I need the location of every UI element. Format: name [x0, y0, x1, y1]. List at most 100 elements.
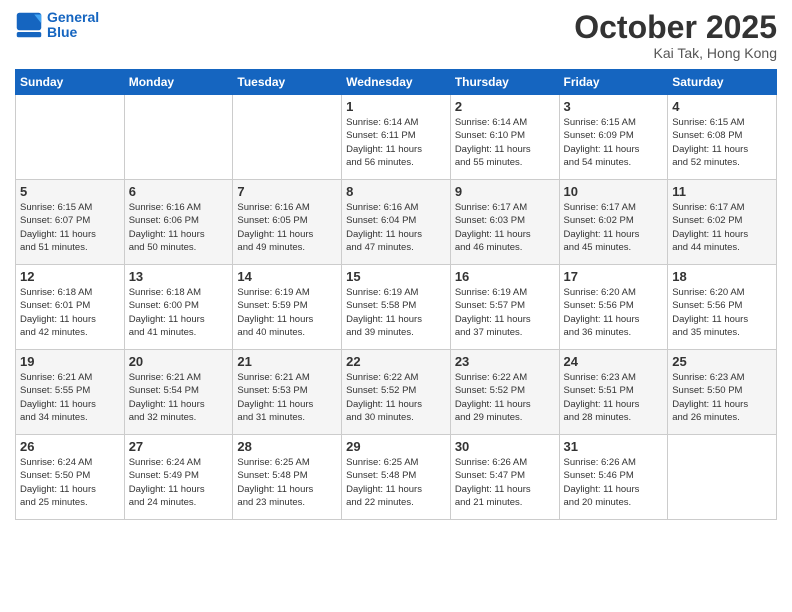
- day-cell: 17 Sunrise: 6:20 AMSunset: 5:56 PMDayligh…: [559, 265, 668, 350]
- day-number: 20: [129, 354, 229, 369]
- day-info: Sunrise: 6:19 AMSunset: 5:58 PMDaylight:…: [346, 286, 446, 339]
- day-cell: 8Sunrise: 6:16 AMSunset: 6:04 PMDaylight…: [342, 180, 451, 265]
- title-block: October 2025 Kai Tak, Hong Kong: [574, 10, 777, 61]
- day-info: Sunrise: 6:19 AMSunset: 5:59 PMDaylight:…: [237, 286, 337, 339]
- calendar-page: General Blue October 2025 Kai Tak, Hong …: [0, 0, 792, 612]
- day-number: 30: [455, 439, 555, 454]
- day-number: 19: [20, 354, 120, 369]
- day-info: Sunrise: 6:15 AMSunset: 6:09 PMDaylight:…: [564, 116, 664, 169]
- weekday-header-saturday: Saturday: [668, 70, 777, 95]
- day-cell: 1Sunrise: 6:14 AMSunset: 6:11 PMDaylight…: [342, 95, 451, 180]
- day-info: Sunrise: 6:21 AMSunset: 5:53 PMDaylight:…: [237, 371, 337, 424]
- day-number: 26: [20, 439, 120, 454]
- day-cell: 21 Sunrise: 6:21 AMSunset: 5:53 PMDayligh…: [233, 350, 342, 435]
- day-cell: 3 Sunrise: 6:15 AMSunset: 6:09 PMDaylight…: [559, 95, 668, 180]
- day-info: Sunrise: 6:16 AMSunset: 6:05 PMDaylight:…: [237, 201, 337, 254]
- day-info: Sunrise: 6:14 AMSunset: 6:10 PMDaylight:…: [455, 116, 555, 169]
- day-number: 28: [237, 439, 337, 454]
- day-info: Sunrise: 6:24 AMSunset: 5:50 PMDaylight:…: [20, 456, 120, 509]
- day-number: 25: [672, 354, 772, 369]
- day-cell: 10 Sunrise: 6:17 AMSunset: 6:02 PMDayligh…: [559, 180, 668, 265]
- day-cell: 28 Sunrise: 6:25 AMSunset: 5:48 PMDayligh…: [233, 435, 342, 520]
- day-cell: 12 Sunrise: 6:18 AMSunset: 6:01 PMDayligh…: [16, 265, 125, 350]
- day-info: Sunrise: 6:23 AMSunset: 5:50 PMDaylight:…: [672, 371, 772, 424]
- day-cell: 20 Sunrise: 6:21 AMSunset: 5:54 PMDayligh…: [124, 350, 233, 435]
- week-row-5: 26 Sunrise: 6:24 AMSunset: 5:50 PMDayligh…: [16, 435, 777, 520]
- day-info: Sunrise: 6:15 AMSunset: 6:07 PMDaylight:…: [20, 201, 120, 254]
- day-cell: [16, 95, 125, 180]
- day-info: Sunrise: 6:20 AMSunset: 5:56 PMDaylight:…: [672, 286, 772, 339]
- day-number: 12: [20, 269, 120, 284]
- day-cell: 29 Sunrise: 6:25 AMSunset: 5:48 PMDayligh…: [342, 435, 451, 520]
- day-number: 4: [672, 99, 772, 114]
- day-info: Sunrise: 6:17 AMSunset: 6:02 PMDaylight:…: [564, 201, 664, 254]
- logo-general: General: [47, 9, 99, 25]
- weekday-header-monday: Monday: [124, 70, 233, 95]
- day-cell: 26 Sunrise: 6:24 AMSunset: 5:50 PMDayligh…: [16, 435, 125, 520]
- day-cell: 15Sunrise: 6:19 AMSunset: 5:58 PMDayligh…: [342, 265, 451, 350]
- day-cell: 24 Sunrise: 6:23 AMSunset: 5:51 PMDayligh…: [559, 350, 668, 435]
- day-cell: 9 Sunrise: 6:17 AMSunset: 6:03 PMDaylight…: [450, 180, 559, 265]
- day-cell: 6 Sunrise: 6:16 AMSunset: 6:06 PMDaylight…: [124, 180, 233, 265]
- day-info: Sunrise: 6:26 AMSunset: 5:47 PMDaylight:…: [455, 456, 555, 509]
- day-number: 16: [455, 269, 555, 284]
- day-info: Sunrise: 6:22 AMSunset: 5:52 PMDaylight:…: [455, 371, 555, 424]
- day-cell: [233, 95, 342, 180]
- day-info: Sunrise: 6:20 AMSunset: 5:56 PMDaylight:…: [564, 286, 664, 339]
- day-number: 3: [564, 99, 664, 114]
- day-info: Sunrise: 6:16 AMSunset: 6:06 PMDaylight:…: [129, 201, 229, 254]
- logo-blue: Blue: [47, 24, 77, 40]
- day-number: 6: [129, 184, 229, 199]
- day-number: 29: [346, 439, 446, 454]
- weekday-header-sunday: Sunday: [16, 70, 125, 95]
- day-info: Sunrise: 6:24 AMSunset: 5:49 PMDaylight:…: [129, 456, 229, 509]
- day-number: 23: [455, 354, 555, 369]
- day-info: Sunrise: 6:21 AMSunset: 5:54 PMDaylight:…: [129, 371, 229, 424]
- week-row-3: 12 Sunrise: 6:18 AMSunset: 6:01 PMDayligh…: [16, 265, 777, 350]
- day-info: Sunrise: 6:17 AMSunset: 6:02 PMDaylight:…: [672, 201, 772, 254]
- day-number: 10: [564, 184, 664, 199]
- day-number: 9: [455, 184, 555, 199]
- day-cell: 13Sunrise: 6:18 AMSunset: 6:00 PMDayligh…: [124, 265, 233, 350]
- day-info: Sunrise: 6:25 AMSunset: 5:48 PMDaylight:…: [237, 456, 337, 509]
- page-header: General Blue October 2025 Kai Tak, Hong …: [15, 10, 777, 61]
- day-info: Sunrise: 6:17 AMSunset: 6:03 PMDaylight:…: [455, 201, 555, 254]
- location: Kai Tak, Hong Kong: [574, 45, 777, 61]
- logo: General Blue: [15, 10, 99, 41]
- day-cell: 27Sunrise: 6:24 AMSunset: 5:49 PMDayligh…: [124, 435, 233, 520]
- day-cell: 18 Sunrise: 6:20 AMSunset: 5:56 PMDayligh…: [668, 265, 777, 350]
- day-number: 5: [20, 184, 120, 199]
- day-cell: 23 Sunrise: 6:22 AMSunset: 5:52 PMDayligh…: [450, 350, 559, 435]
- day-info: Sunrise: 6:16 AMSunset: 6:04 PMDaylight:…: [346, 201, 446, 254]
- day-cell: 16Sunrise: 6:19 AMSunset: 5:57 PMDayligh…: [450, 265, 559, 350]
- day-number: 18: [672, 269, 772, 284]
- calendar-table: SundayMondayTuesdayWednesdayThursdayFrid…: [15, 69, 777, 520]
- day-cell: [124, 95, 233, 180]
- weekday-header-tuesday: Tuesday: [233, 70, 342, 95]
- day-cell: 19 Sunrise: 6:21 AMSunset: 5:55 PMDayligh…: [16, 350, 125, 435]
- day-info: Sunrise: 6:18 AMSunset: 6:01 PMDaylight:…: [20, 286, 120, 339]
- day-info: Sunrise: 6:21 AMSunset: 5:55 PMDaylight:…: [20, 371, 120, 424]
- day-cell: 7 Sunrise: 6:16 AMSunset: 6:05 PMDaylight…: [233, 180, 342, 265]
- day-cell: [668, 435, 777, 520]
- day-info: Sunrise: 6:26 AMSunset: 5:46 PMDaylight:…: [564, 456, 664, 509]
- day-number: 7: [237, 184, 337, 199]
- day-number: 24: [564, 354, 664, 369]
- logo-icon: [15, 11, 43, 39]
- day-info: Sunrise: 6:23 AMSunset: 5:51 PMDaylight:…: [564, 371, 664, 424]
- day-cell: 14Sunrise: 6:19 AMSunset: 5:59 PMDayligh…: [233, 265, 342, 350]
- weekday-header-friday: Friday: [559, 70, 668, 95]
- day-number: 31: [564, 439, 664, 454]
- day-info: Sunrise: 6:15 AMSunset: 6:08 PMDaylight:…: [672, 116, 772, 169]
- month-title: October 2025: [574, 10, 777, 45]
- day-number: 21: [237, 354, 337, 369]
- weekday-header-thursday: Thursday: [450, 70, 559, 95]
- day-cell: 5 Sunrise: 6:15 AMSunset: 6:07 PMDaylight…: [16, 180, 125, 265]
- day-cell: 31 Sunrise: 6:26 AMSunset: 5:46 PMDayligh…: [559, 435, 668, 520]
- day-info: Sunrise: 6:25 AMSunset: 5:48 PMDaylight:…: [346, 456, 446, 509]
- day-cell: 2Sunrise: 6:14 AMSunset: 6:10 PMDaylight…: [450, 95, 559, 180]
- day-info: Sunrise: 6:18 AMSunset: 6:00 PMDaylight:…: [129, 286, 229, 339]
- day-cell: 30 Sunrise: 6:26 AMSunset: 5:47 PMDayligh…: [450, 435, 559, 520]
- weekday-header-row: SundayMondayTuesdayWednesdayThursdayFrid…: [16, 70, 777, 95]
- day-number: 17: [564, 269, 664, 284]
